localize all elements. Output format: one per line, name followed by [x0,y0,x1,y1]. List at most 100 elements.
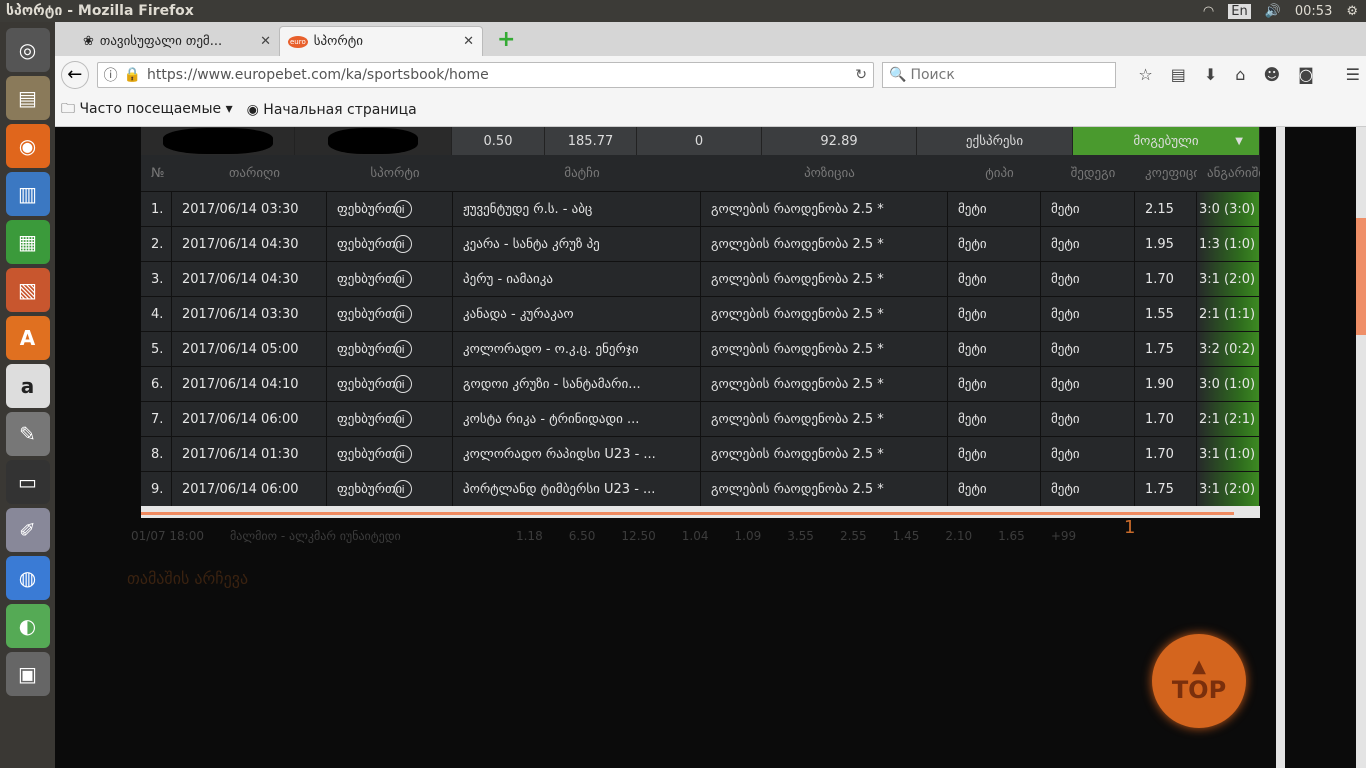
clock[interactable]: 00:53 [1295,4,1332,19]
win-amount: 92.89 [762,127,917,155]
reading-list-icon[interactable]: ▤ [1171,65,1186,84]
odd[interactable]: 1.04 [682,529,709,543]
info-icon[interactable]: i [394,480,413,498]
software-center-icon[interactable]: A [5,316,50,360]
navigation-bar: ← ⓘ 🔒 https://www.europebet.com/ka/sport… [55,56,1366,93]
keyboard-lang[interactable]: En [1228,3,1251,19]
odd[interactable]: 12.50 [621,529,655,543]
download-icon[interactable]: ⬇ [1204,65,1217,84]
status-badge[interactable]: მოგებული ▼ [1073,127,1260,155]
row-result-text: მეტი [1051,411,1080,427]
editor-icon[interactable]: ✐ [5,508,50,552]
row-number-text: 3. [151,271,164,287]
odd[interactable]: 1.18 [516,529,543,543]
row-coef-text: 1.70 [1145,411,1174,427]
row-type-text: მეტი [958,411,987,427]
impress-icon[interactable]: ▧ [5,268,50,312]
url-bar[interactable]: ⓘ 🔒 https://www.europebet.com/ka/sportsb… [96,61,875,88]
event-name: მალმიო - ალკმარ იუნაიტედი [229,529,401,543]
reload-icon[interactable]: ↻ [855,67,867,83]
trash-icon[interactable]: ▣ [5,652,50,696]
scrollbar-thumb[interactable] [1356,218,1366,335]
row-date: 2017/06/14 06:00 [172,472,327,506]
row-date: 2017/06/14 03:30 [172,297,327,331]
status-label: მოგებული [1133,133,1199,149]
chromium-icon[interactable]: ◍ [5,556,50,600]
row-number-text: 4. [151,306,164,322]
bookmark-most-visited[interactable]: 🗀 Часто посещаемые ▾ [61,98,233,122]
row-score: 3:1 (1:0) [1197,437,1260,471]
back-icon[interactable]: ← [61,60,89,89]
col-type: ტიპი [985,165,1014,181]
row-type: მეტი [948,227,1041,261]
calc-icon[interactable]: ▦ [5,220,50,264]
info-icon[interactable]: i [394,445,413,463]
row-match-text: პორტლანდ ტიმბერსი U23 - ... [463,481,656,497]
info-icon[interactable]: i [394,340,413,358]
pager-number[interactable]: 1 [1124,517,1135,538]
row-number-text: 8. [151,446,164,462]
info-icon[interactable]: i [394,270,413,288]
odd[interactable]: 6.50 [569,529,596,543]
odd[interactable]: 1.65 [998,529,1025,543]
gear-icon[interactable]: ⚙ [1346,4,1358,19]
odd[interactable]: 3.55 [787,529,814,543]
row-type-text: მეტი [958,236,987,252]
monitor-icon[interactable]: ▭ [5,460,50,504]
info-icon[interactable]: i [394,375,413,393]
row-match: კოლორადო რაპიდსი U23 - ... [453,437,701,471]
row-coef-text: 1.75 [1145,341,1174,357]
odd[interactable]: 2.55 [840,529,867,543]
home-icon[interactable]: ⌂ [1235,65,1245,84]
scroll-top-button[interactable]: ▲ TOP [1152,634,1246,728]
info-icon[interactable]: i [394,410,413,428]
tab-favicon-icon: ❀ [83,33,94,49]
amazon-icon[interactable]: a [5,364,50,408]
row-result-text: მეტი [1051,341,1080,357]
ubuntu-icon[interactable]: ◎ [5,28,50,72]
wifi-icon[interactable]: ◠ [1203,4,1214,19]
row-position-text: გოლების რაოდენობა 2.5 * [711,446,884,462]
table-row: 7. 2017/06/14 06:00 ფეხბურთი i კოსტა რიკა - … [141,401,1260,436]
odd[interactable]: 1.09 [735,529,762,543]
col-date: თარიღი [228,165,281,181]
row-score: 3:1 (2:0) [1197,262,1260,296]
bookmark-star-icon[interactable]: ☆ [1138,65,1152,84]
odd[interactable]: 2.10 [945,529,972,543]
row-position-text: გოლების რაოდენობა 2.5 * [711,201,884,217]
firefox-icon[interactable]: ◉ [5,124,50,168]
window-title: სპორტი - Mozilla Firefox [6,3,194,19]
menu-icon[interactable]: ☰ [1346,65,1360,84]
more-odds[interactable]: +99 [1051,529,1076,543]
writer-icon[interactable]: ▥ [5,172,50,216]
info-icon[interactable]: i [394,305,413,323]
new-tab-icon[interactable]: + [497,27,515,52]
row-position-text: გოლების რაოდენობა 2.5 * [711,411,884,427]
close-tab-icon[interactable]: ✕ [463,34,474,49]
odd[interactable]: 1.45 [893,529,920,543]
pocket-icon[interactable]: ◙ [1298,65,1314,84]
url-text[interactable]: https://www.europebet.com/ka/sportsbook/… [147,67,489,83]
settings-icon[interactable]: ✎ [5,412,50,456]
row-type: მეტი [948,367,1041,401]
row-match: ჟუვენტუდე რ.ს. - აბც [453,192,701,226]
info-icon[interactable]: ⓘ [104,65,118,85]
tab-free-topic[interactable]: ❀ თავისუფალი თემ... ✕ [75,26,279,56]
bookmark-start-page[interactable]: ◉ Начальная страница [247,102,417,118]
hello-icon[interactable]: ☻ [1263,65,1280,84]
table-body: 1. 2017/06/14 03:30 ფეხბურთი i ჟუვენტუდე რ.ს… [141,191,1260,506]
viewer-icon[interactable]: ◐ [5,604,50,648]
info-icon[interactable]: i [394,235,413,253]
tab-sport[interactable]: euro სპორტი ✕ [279,26,483,56]
files-icon[interactable]: ▤ [5,76,50,120]
scrollbar[interactable] [1356,127,1366,768]
info-icon[interactable]: i [394,200,413,218]
chevron-down-icon[interactable]: ▼ [1235,136,1243,147]
volume-icon[interactable]: 🔊 [1265,4,1281,19]
row-date-text: 2017/06/14 05:00 [182,341,299,357]
row-coef: 1.75 [1135,332,1197,366]
row-sport-text: ფეხბურთი [337,306,403,322]
close-tab-icon[interactable]: ✕ [260,34,271,49]
page-gutter [1276,127,1285,768]
search-input[interactable]: 🔍 Поиск [882,61,1117,88]
